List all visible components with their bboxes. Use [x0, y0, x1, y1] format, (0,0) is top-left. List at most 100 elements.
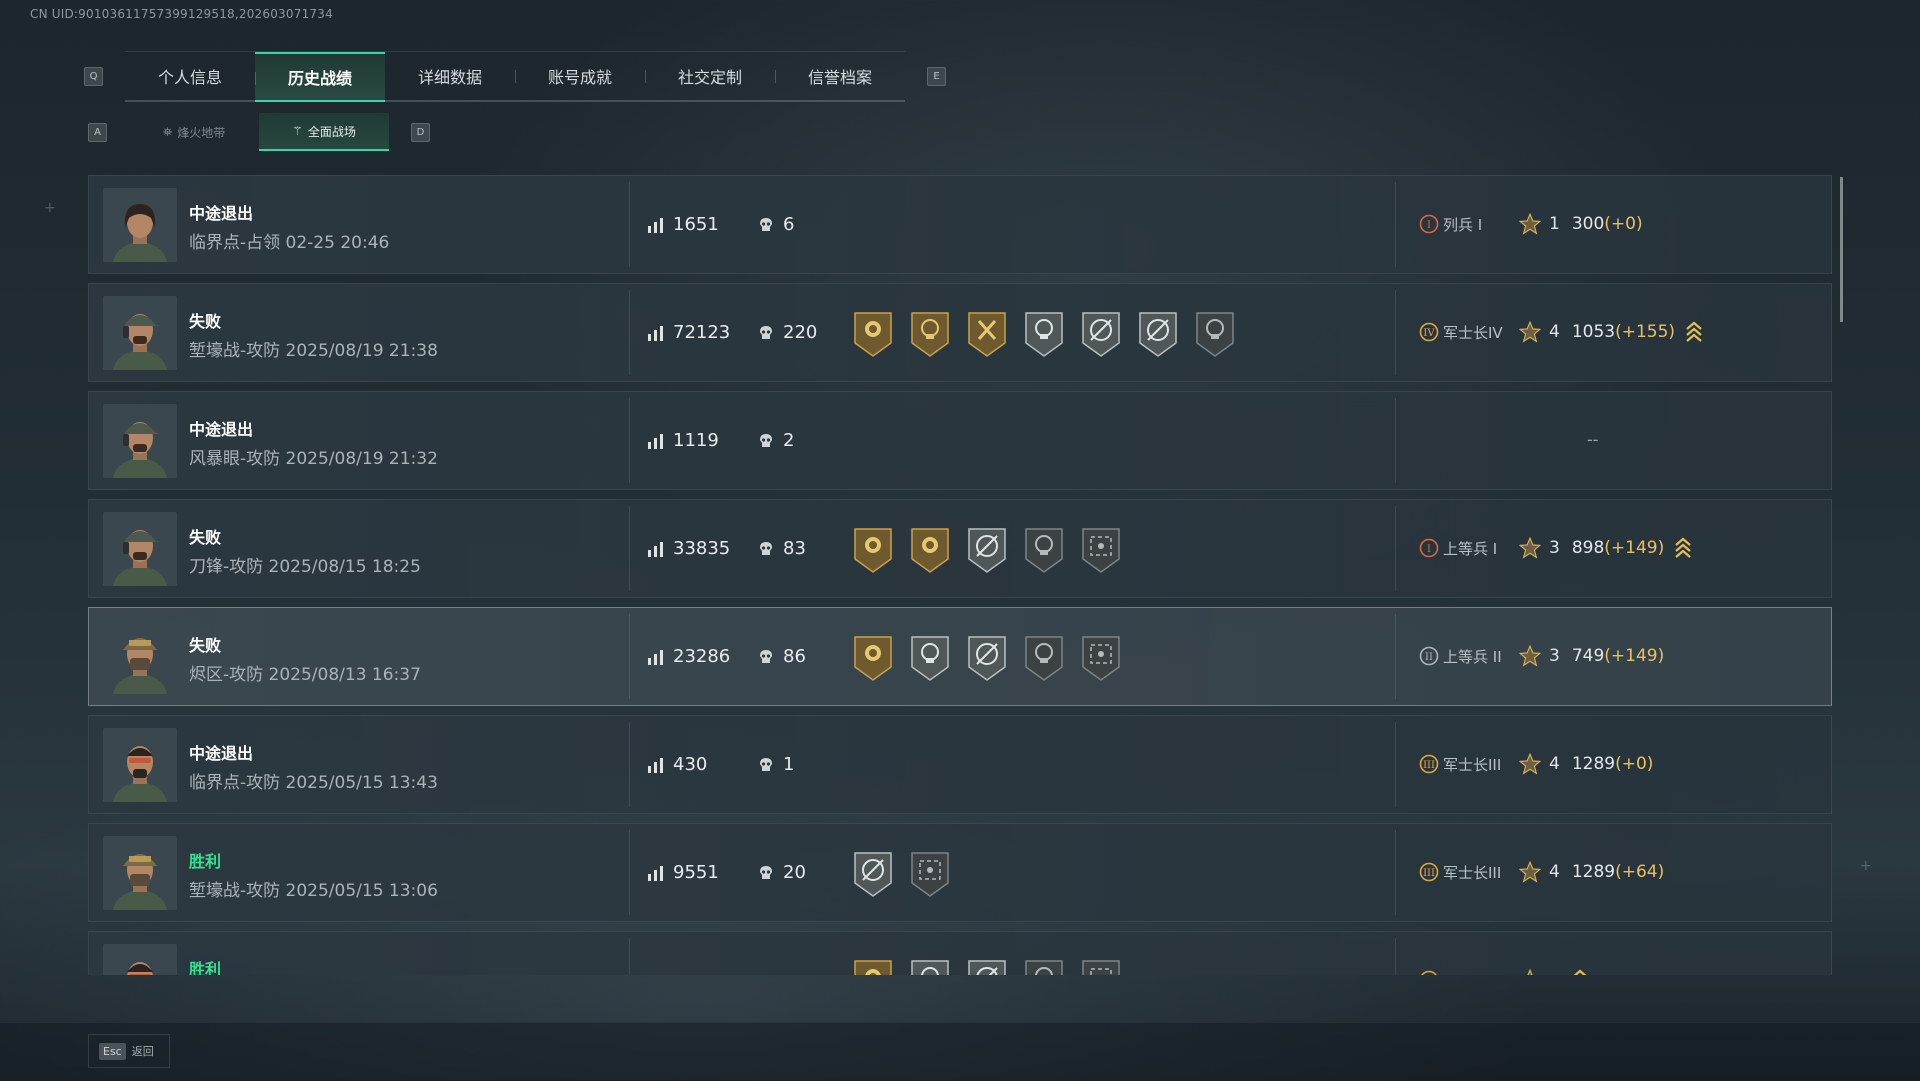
next-subtab-key[interactable]: D: [411, 122, 430, 142]
rank-emblem-icon: III: [1419, 754, 1439, 774]
operator-avatar: [103, 404, 177, 478]
silver-skull-medal-icon[interactable]: [908, 633, 952, 683]
match-result: 中途退出: [189, 420, 254, 439]
rank-level: 4: [1549, 754, 1560, 774]
match-map-mode-time: 刀锋-攻防 2025/08/15 18:25: [189, 557, 421, 577]
rank-points: 1053: [1571, 322, 1616, 342]
list-scrollbar[interactable]: [1840, 177, 1843, 322]
match-result: 失败: [189, 636, 222, 655]
prev-tab-key[interactable]: Q: [84, 66, 103, 86]
match-kills: 86: [757, 646, 806, 667]
match-score: 9551: [647, 862, 719, 883]
kills-skull-icon: [760, 649, 772, 663]
match-map-mode-time: 烬区-攻防 2025/08/13 16:37: [189, 665, 421, 685]
match-row[interactable]: 失败 刀锋-攻防 2025/08/15 18:25 33835 83 I 上等兵 I 3 89…: [88, 499, 1832, 598]
match-row[interactable]: 中途退出 临界点-攻防 2025/05/15 13:43 430 1 III 军士长III…: [88, 715, 1832, 814]
match-row[interactable]: 失败 堑壕战-攻防 2025/08/19 21:38 72123 220 IV 军士长IV…: [88, 283, 1832, 382]
match-score: 33835: [647, 538, 730, 559]
rank-up-chevron-icon: [1675, 537, 1691, 558]
gold-skull-medal-icon[interactable]: [908, 309, 952, 359]
match-row[interactable]: 胜利 堑壕战-攻防 2025/05/15 13:06 9551 20 III 军士长III…: [88, 823, 1832, 922]
rank-emblem-icon: I: [1419, 214, 1439, 234]
dark-eye-medal-icon[interactable]: [1079, 525, 1123, 575]
silver-skull-medal-icon[interactable]: [908, 957, 952, 975]
gold-hammer-medal-icon[interactable]: [965, 309, 1009, 359]
gold-rose-medal-icon[interactable]: [851, 633, 895, 683]
row-divider: [629, 506, 630, 591]
match-row[interactable]: 失败烬区-攻防 2025/08/13 16:37 23286 86 II 上等兵 II 3…: [88, 607, 1832, 706]
operator-avatar: [103, 944, 177, 975]
dark-skull-wings-medal-icon[interactable]: [1022, 525, 1066, 575]
svg-text:III: III: [1423, 760, 1435, 771]
rank-points-delta: (+64): [1615, 862, 1665, 882]
silver-target-medal-icon[interactable]: [1079, 309, 1123, 359]
dark-skull-wings-medal-icon[interactable]: [1022, 633, 1066, 683]
match-result: 失败: [189, 312, 222, 331]
medal-list: [851, 849, 952, 899]
subtab-0[interactable]: ⛯ 烽火地带: [129, 113, 259, 151]
next-tab-key[interactable]: E: [927, 66, 946, 86]
prev-subtab-key[interactable]: A: [88, 122, 107, 142]
match-row[interactable]: 胜利 III: [88, 931, 1832, 975]
silver-target-medal-icon[interactable]: [851, 849, 895, 899]
row-divider: [1395, 398, 1396, 483]
dark-skull-wings-medal-icon[interactable]: [1193, 309, 1237, 359]
silver-target-medal-icon[interactable]: [965, 633, 1009, 683]
gold-rose-medal-icon[interactable]: [851, 957, 895, 975]
sub-tabs: ⛯ 烽火地带 ⚚ 全面战场: [129, 113, 389, 151]
silver-target-medal-icon[interactable]: [965, 957, 1009, 975]
tab-1[interactable]: 历史战绩: [255, 51, 385, 102]
star-icon: [1519, 645, 1541, 667]
gold-rose-medal-icon[interactable]: [851, 525, 895, 575]
footer-bar: [0, 1022, 1920, 1081]
score-value: 430: [673, 754, 708, 775]
subtab-1[interactable]: ⚚ 全面战场: [259, 113, 389, 151]
rank-progress: I 列兵 I 1 300 (+0): [1419, 213, 1643, 235]
match-history-list[interactable]: 中途退出 临界点-占领 02-25 20:46 1651 6 I 列兵 I 1 300 (+0)…: [88, 175, 1832, 975]
silver-skull-medal-icon[interactable]: [1022, 309, 1066, 359]
main-tab-bar: Q 个人信息 历史战绩 详细数据 账号成就 社交定制 信誉档案 E: [84, 50, 946, 102]
star-icon: [1519, 537, 1541, 559]
match-map-mode-time: 堑壕战-攻防 2025/05/15 13:06: [189, 881, 438, 901]
row-divider: [1395, 938, 1396, 975]
subtab-label: 烽火地带: [177, 125, 226, 140]
svg-text:I: I: [1427, 220, 1431, 231]
star-icon: [1519, 753, 1541, 775]
score-bars-icon: [648, 217, 663, 233]
kills-value: 1: [783, 754, 795, 775]
kills-skull-icon: [760, 541, 772, 555]
tab-3[interactable]: 账号成就: [515, 52, 645, 100]
tab-0[interactable]: 个人信息: [125, 52, 255, 100]
rank-level: 1: [1549, 214, 1560, 234]
dark-eye-medal-icon[interactable]: [908, 849, 952, 899]
rank-points: 300: [1571, 214, 1605, 234]
match-row[interactable]: 中途退出 风暴眼-攻防 2025/08/19 21:32 1119 2 --: [88, 391, 1832, 490]
gold-rose-medal-icon[interactable]: [851, 309, 895, 359]
gold-heart-medal-icon[interactable]: [908, 525, 952, 575]
silver-target-medal-icon[interactable]: [1136, 309, 1180, 359]
back-button[interactable]: Esc 返回: [88, 1034, 170, 1068]
score-bars-icon: [648, 433, 663, 449]
row-divider: [629, 722, 630, 807]
rank-level: 3: [1549, 538, 1560, 558]
operator-avatar: [103, 728, 177, 802]
dark-eye-medal-icon[interactable]: [1079, 633, 1123, 683]
score-value: 23286: [673, 646, 731, 667]
tab-4[interactable]: 社交定制: [645, 52, 775, 100]
tab-5[interactable]: 信誉档案: [775, 52, 905, 100]
dark-skull-wings-medal-icon[interactable]: [1022, 957, 1066, 975]
match-row[interactable]: 中途退出 临界点-占领 02-25 20:46 1651 6 I 列兵 I 1 300 (+0): [88, 175, 1832, 274]
star-icon: [1519, 861, 1541, 883]
rank-progress: IV 军士长IV 4 1053 (+155): [1419, 321, 1703, 343]
tab-2[interactable]: 详细数据: [385, 52, 515, 100]
medal-list: [851, 957, 1123, 975]
rank-points-delta: (+149): [1604, 538, 1665, 558]
row-divider: [629, 938, 630, 975]
rank-progress: II 上等兵 II 3 749 (+149): [1419, 645, 1664, 667]
silver-target-medal-icon[interactable]: [965, 525, 1009, 575]
kills-value: 220: [783, 322, 818, 343]
score-bars-icon: [648, 757, 663, 773]
dark-eye-medal-icon[interactable]: [1079, 957, 1123, 975]
score-value: 9551: [673, 862, 719, 883]
score-value: 72123: [673, 322, 731, 343]
